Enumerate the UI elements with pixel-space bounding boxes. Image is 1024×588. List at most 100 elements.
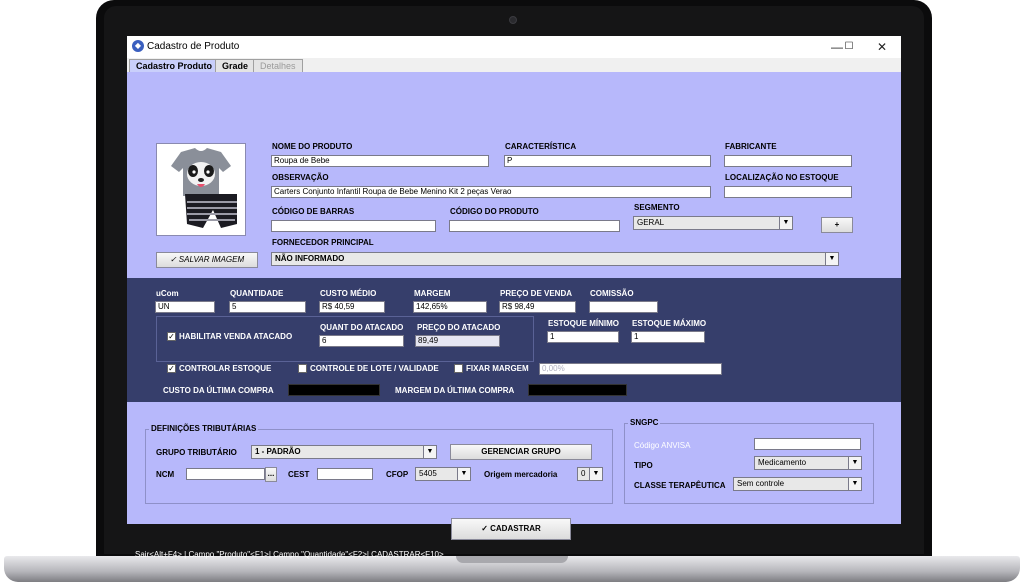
margem-input[interactable]: 142,65% [413, 301, 487, 313]
observacao-input[interactable]: Carters Conjunto Infantil Roupa de Bebe … [271, 186, 711, 198]
fabricante-input[interactable] [724, 155, 852, 167]
cest-label: CEST [288, 470, 310, 479]
classe-select[interactable]: Sem controle ▼ [733, 477, 862, 491]
preco-venda-label: PREÇO DE VENDA [500, 289, 573, 298]
tab-cadastro-produto[interactable]: Cadastro Produto [129, 59, 220, 72]
check-icon: ✓ [481, 524, 491, 533]
origem-select[interactable]: 0 ▼ [577, 467, 603, 481]
custo-medio-label: CUSTO MÉDIO [320, 289, 377, 298]
chevron-down-icon: ▼ [825, 253, 838, 265]
localizacao-label: LOCALIZAÇÃO NO ESTOQUE [725, 173, 839, 182]
nome-input[interactable]: Roupa de Bebe [271, 155, 489, 167]
add-segment-button[interactable]: + [821, 217, 853, 233]
observacao-label: OBSERVAÇÃO [272, 173, 329, 182]
chevron-down-icon: ▼ [423, 446, 436, 458]
nome-label: NOME DO PRODUTO [272, 142, 353, 151]
quantidade-label: QUANTIDADE [230, 289, 284, 298]
caracteristica-label: CARACTERÍSTICA [505, 142, 577, 151]
atacado-label: HABILITAR VENDA ATACADO [179, 332, 293, 341]
window-title: Cadastro de Produto [147, 41, 240, 52]
tributaria-title: DEFINIÇÕES TRIBUTÁRIAS [149, 424, 259, 433]
margem-ultima-label: MARGEM DA ÚLTIMA COMPRA [395, 386, 515, 395]
save-image-button[interactable]: ✓ SALVAR IMAGEM [156, 252, 258, 268]
webcam [509, 16, 517, 24]
controlar-estoque-label: CONTROLAR ESTOQUE [179, 364, 272, 373]
app-icon: ◆ [132, 40, 144, 52]
origem-label: Origem mercadoria [484, 470, 558, 479]
fixar-margem-input[interactable]: 0,00% [539, 363, 722, 375]
preco-atacado-label: PREÇO DO ATACADO [417, 323, 501, 332]
cest-input[interactable] [317, 468, 373, 480]
grupo-label: GRUPO TRIBUTÁRIO [156, 448, 237, 457]
codigo-barras-input[interactable] [271, 220, 436, 232]
anvisa-input[interactable] [754, 438, 861, 450]
product-window: ◆ Cadastro de Produto — ☐ ✕ Cadastro Pro… [127, 36, 901, 559]
tab-detalhes: Detalhes [253, 59, 303, 72]
cfop-select[interactable]: 5405 ▼ [415, 467, 471, 481]
ncm-input[interactable] [186, 468, 265, 480]
custo-medio-input[interactable]: R$ 40,59 [319, 301, 385, 313]
product-image[interactable] [156, 143, 246, 236]
estoque-min-label: ESTOQUE MÍNIMO [548, 319, 619, 328]
shortcut-status-bar: Sair<Alt+F4> | Campo "Produto"<F1>| Camp… [135, 550, 444, 559]
chevron-down-icon: ▼ [848, 457, 861, 469]
fornecedor-label: FORNECEDOR PRINCIPAL [272, 238, 374, 247]
estoque-max-label: ESTOQUE MÁXIMO [632, 319, 707, 328]
quant-atacado-input[interactable]: 6 [319, 335, 404, 347]
estoque-max-input[interactable]: 1 [631, 331, 705, 343]
tab-bar: Cadastro Produto Grade Detalhes [127, 58, 901, 72]
chevron-down-icon: ▼ [848, 478, 861, 490]
quant-atacado-label: QUANT DO ATACADO [320, 323, 404, 332]
segmento-select[interactable]: GERAL ▼ [633, 216, 793, 230]
controle-lote-checkbox[interactable] [298, 364, 307, 373]
fabricante-label: FABRICANTE [725, 142, 777, 151]
form-content: ✓ SALVAR IMAGEM NOME DO PRODUTO Roupa de… [127, 72, 901, 559]
title-bar: ◆ Cadastro de Produto — ☐ ✕ [127, 36, 901, 58]
atacado-checkbox[interactable]: ✓ [167, 332, 176, 341]
close-button[interactable]: ✕ [872, 38, 892, 56]
anvisa-label: Código ANVISA [634, 441, 691, 450]
tipo-label: TIPO [634, 461, 653, 470]
custo-ultima-value [288, 384, 380, 396]
ucom-label: uCom [156, 289, 179, 298]
custo-ultima-label: CUSTO DA ÚLTIMA COMPRA [163, 386, 274, 395]
chevron-down-icon: ▼ [589, 468, 602, 480]
localizacao-input[interactable] [724, 186, 852, 198]
margem-ultima-value [528, 384, 627, 396]
controle-lote-label: CONTROLE DE LOTE / VALIDADE [310, 364, 439, 373]
grupo-select[interactable]: 1 - PADRÃO ▼ [251, 445, 437, 459]
classe-label: CLASSE TERAPÊUTICA [634, 481, 726, 490]
estoque-min-input[interactable]: 1 [547, 331, 619, 343]
cadastrar-button[interactable]: ✓ CADASTRAR [451, 518, 571, 540]
cfop-label: CFOP [386, 470, 409, 479]
comissao-label: COMISSÃO [590, 289, 634, 298]
check-icon: ✓ [169, 255, 179, 264]
segmento-label: SEGMENTO [634, 203, 680, 212]
preco-venda-input[interactable]: R$ 98,49 [499, 301, 576, 313]
codigo-barras-label: CÓDIGO DE BARRAS [272, 207, 355, 216]
chevron-down-icon: ▼ [779, 217, 792, 229]
maximize-button[interactable]: ☐ [839, 38, 859, 56]
fornecedor-select[interactable]: NÃO INFORMADO ▼ [271, 252, 839, 266]
ncm-search-button[interactable]: ... [265, 467, 277, 482]
quantidade-input[interactable]: 5 [229, 301, 306, 313]
comissao-input[interactable] [589, 301, 658, 313]
pricing-panel: uCom UN QUANTIDADE 5 CUSTO MÉDIO R$ 40,5… [127, 278, 901, 402]
margem-label: MARGEM [414, 289, 451, 298]
ncm-label: NCM [156, 470, 175, 479]
chevron-down-icon: ▼ [457, 468, 470, 480]
caracteristica-input[interactable]: P [504, 155, 711, 167]
ucom-input[interactable]: UN [155, 301, 215, 313]
fixar-margem-checkbox[interactable] [454, 364, 463, 373]
gerenciar-grupo-button[interactable]: GERENCIAR GRUPO [450, 444, 592, 460]
codigo-produto-label: CÓDIGO DO PRODUTO [450, 207, 539, 216]
laptop-notch [456, 556, 568, 563]
sngpc-title: SNGPC [628, 418, 661, 427]
tributaria-group: DEFINIÇÕES TRIBUTÁRIAS [145, 424, 613, 504]
fixar-margem-label: FIXAR MARGEM [466, 364, 529, 373]
codigo-produto-input[interactable] [449, 220, 620, 232]
controlar-estoque-checkbox[interactable]: ✓ [167, 364, 176, 373]
tipo-select[interactable]: Medicamento ▼ [754, 456, 862, 470]
tab-grade[interactable]: Grade [215, 59, 256, 72]
preco-atacado-input[interactable]: 89,49 [415, 335, 500, 347]
